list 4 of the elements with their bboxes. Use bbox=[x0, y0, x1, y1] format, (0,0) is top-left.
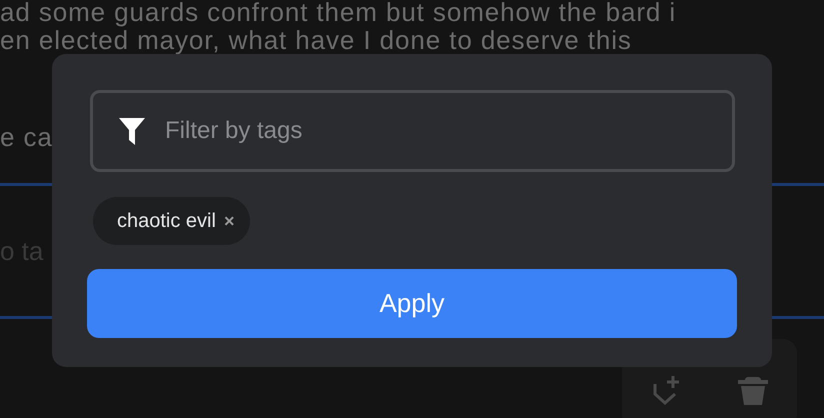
text-line: e ca bbox=[0, 121, 53, 154]
tag-label: chaotic evil bbox=[117, 210, 216, 232]
text-line: en elected mayor, what have I done to deserve this bbox=[0, 26, 632, 54]
text-line: ad some guards confront them but somehow the bard i bbox=[0, 0, 676, 26]
